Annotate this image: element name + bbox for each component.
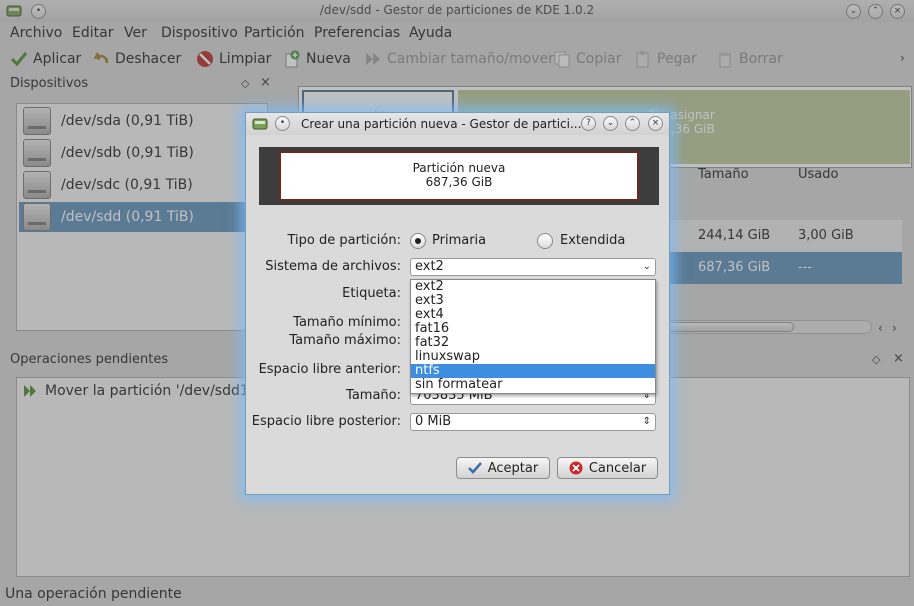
new-partition-name: Partición nueva [412, 161, 506, 175]
dropdown-option-fat16[interactable]: fat16 [411, 322, 655, 336]
filesystem-select-value: ext2 [415, 259, 444, 274]
cancel-label: Cancelar [588, 460, 647, 476]
filesystem-select[interactable]: ext2 ⌄ [410, 258, 656, 276]
free-space-after-label: Espacio libre posterior: [251, 414, 401, 429]
extended-radio[interactable] [537, 233, 553, 249]
create-partition-dialog: • Crear una partición nueva - Gestor de … [245, 112, 670, 495]
dropdown-option-linuxswap[interactable]: linuxswap [411, 350, 655, 364]
dropdown-option-ext4[interactable]: ext4 [411, 308, 655, 322]
dialog-menu-icon[interactable]: • [275, 116, 290, 131]
chevron-down-icon: ⌄ [642, 261, 651, 272]
close-icon[interactable]: × [648, 116, 663, 131]
dropdown-option-ext3[interactable]: ext3 [411, 294, 655, 308]
max-size-label: Tamaño máximo: [289, 333, 401, 348]
accept-label: Aceptar [487, 460, 539, 476]
free-space-after-spinbox[interactable]: 0 MiB ⇕ [410, 413, 656, 431]
primary-radio[interactable] [410, 233, 426, 249]
dropdown-option-fat32[interactable]: fat32 [411, 336, 655, 350]
partition-manager-icon [252, 118, 268, 130]
size-label: Tamaño: [346, 388, 401, 403]
extended-radio-label[interactable]: Extendida [560, 233, 625, 248]
maximize-icon[interactable]: ⌃ [625, 116, 640, 131]
accept-button[interactable]: Aceptar [456, 457, 550, 479]
dropdown-option-ext2[interactable]: ext2 [411, 280, 655, 294]
filesystem-label: Sistema de archivos: [265, 259, 401, 274]
minimize-icon[interactable]: ⌄ [603, 116, 618, 131]
dropdown-option-ntfs[interactable]: ntfs [411, 364, 655, 378]
checkmark-icon [467, 462, 482, 474]
filesystem-dropdown-list: ext2 ext3 ext4 fat16 fat32 linuxswap ntf… [410, 279, 656, 394]
dropdown-option-sin-formatear[interactable]: sin formatear [411, 378, 655, 392]
spin-icon[interactable]: ⇕ [643, 414, 651, 430]
new-partition-size: 687,36 GiB [425, 175, 493, 189]
free-space-before-label: Espacio libre anterior: [258, 362, 401, 377]
new-partition-block: Partición nueva 687,36 GiB [279, 151, 639, 201]
partition-type-label: Tipo de partición: [287, 233, 401, 248]
min-size-label: Tamaño mínimo: [293, 315, 401, 330]
help-icon[interactable]: ? [581, 116, 596, 131]
dialog-titlebar: • Crear una partición nueva - Gestor de … [246, 113, 669, 135]
cancel-button[interactable]: Cancelar [557, 457, 658, 479]
new-partition-preview: Partición nueva 687,36 GiB [259, 147, 659, 205]
primary-radio-label[interactable]: Primaria [432, 233, 486, 248]
partition-name-label: Etiqueta: [342, 286, 401, 301]
cancel-icon [569, 461, 583, 475]
free-space-after-value: 0 MiB [415, 414, 452, 429]
dialog-title: Crear una partición nueva - Gestor de pa… [301, 117, 582, 131]
